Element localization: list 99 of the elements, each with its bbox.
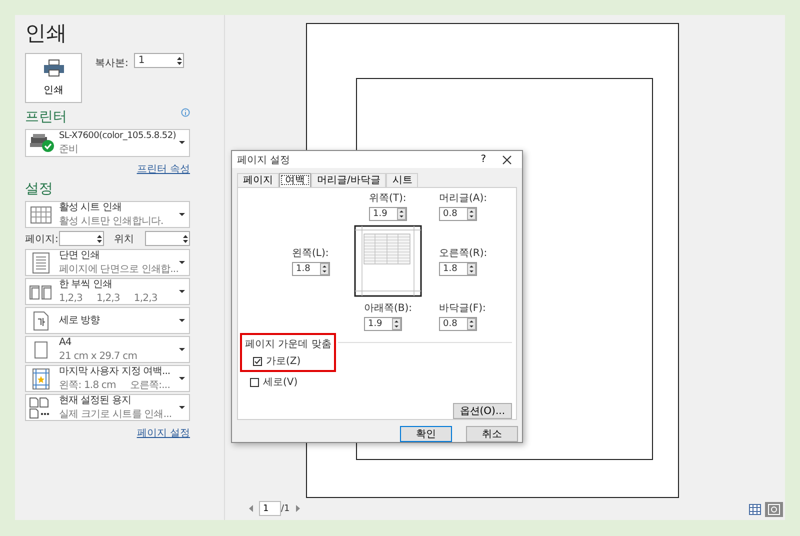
field-label: 머리글(A): <box>439 192 488 205</box>
spinner-icon[interactable] <box>467 263 476 275</box>
page-setup-link[interactable]: 페이지 설정 <box>136 426 190 440</box>
setting-detail: 페이지에 단면으로 인쇄합... <box>59 264 178 276</box>
setting-detail: 21 cm x 29.7 cm <box>59 350 138 362</box>
spin-field[interactable]: 0.8 <box>439 317 477 331</box>
spinner-icon[interactable] <box>392 318 401 330</box>
setting-title: 마지막 사용자 지정 여백... <box>59 366 170 378</box>
caret-icon <box>179 290 185 294</box>
field-label: 위쪽(T): <box>369 192 407 205</box>
spinner-icon[interactable] <box>467 318 476 330</box>
tab[interactable]: 시트 <box>386 173 418 187</box>
page-icon <box>34 340 48 358</box>
caret-icon <box>179 141 185 145</box>
spin-field[interactable]: 1.8 <box>439 262 477 276</box>
printer-name: SL-X7600(color_105.5.8.52) <box>59 130 176 142</box>
setting-title: 단면 인쇄 <box>59 250 100 262</box>
copies-field[interactable]: 1 <box>134 53 184 68</box>
spin-field[interactable]: 1.8 <box>292 262 330 276</box>
pages-label: 페이지: <box>25 232 59 246</box>
previous-page-icon[interactable] <box>249 505 254 512</box>
zoom-page-button[interactable] <box>765 502 783 517</box>
spinner-icon[interactable] <box>397 208 406 220</box>
section-heading: 설정 <box>25 180 54 199</box>
setting-title: 활성 시트 인쇄 <box>59 202 122 214</box>
setting-dropdown[interactable]: A4 21 cm x 29.7 cm <box>25 336 190 363</box>
spin-field[interactable]: 1.9 <box>364 317 402 331</box>
setting-dropdown[interactable]: 세로 방향 <box>25 307 190 334</box>
margins-view-icon[interactable] <box>749 504 761 515</box>
printer-icon <box>42 59 64 77</box>
setting-detail: 1,2,3 <box>134 292 158 304</box>
setting-detail: 실제 크기로 시트를 인쇄... <box>59 408 172 420</box>
document-icon <box>32 252 50 274</box>
page-number-field[interactable]: 1 <box>259 501 281 516</box>
caret-icon <box>179 318 185 322</box>
caret-icon <box>179 348 185 352</box>
spinner-icon[interactable] <box>182 232 189 244</box>
checkbox-label[interactable]: 세로(V) <box>263 375 298 389</box>
page-from-field[interactable] <box>58 231 104 246</box>
setting-dropdown[interactable]: 한 부씩 인쇄 1,2,3 1,2,3 1,2,3 <box>25 278 190 305</box>
caret-icon <box>179 212 185 216</box>
setting-detail: 1,2,3 <box>59 292 82 304</box>
setting-dropdown[interactable]: 마지막 사용자 지정 여백... 왼쪽: 1.8 cm 오른쪽:... <box>25 365 190 392</box>
checkbox[interactable] <box>253 356 262 366</box>
group-heading: 페이지 가운데 맞춤 <box>245 338 332 351</box>
spin-field[interactable]: 0.8 <box>439 207 477 221</box>
field-label: 왼쪽(L): <box>292 247 330 260</box>
next-page-icon[interactable] <box>294 505 300 512</box>
section-heading: 프린터 <box>25 108 67 127</box>
spinner-icon[interactable] <box>467 208 476 220</box>
setting-title: A4 <box>59 336 72 348</box>
close-icon[interactable] <box>502 154 512 164</box>
printer-ready-icon <box>29 133 55 153</box>
page-title: 인쇄 <box>25 20 68 45</box>
tab[interactable]: 여백 <box>279 173 311 187</box>
field-label: 오른쪽(R): <box>439 247 488 260</box>
page-to-field[interactable] <box>144 231 190 246</box>
setting-detail: 1,2,3 <box>96 292 120 304</box>
setting-dropdown[interactable]: 활성 시트 인쇄 활성 시트만 인쇄합니다. <box>25 201 190 228</box>
printer-status: 준비 <box>59 144 80 156</box>
print-button[interactable]: 인쇄 <box>25 53 82 103</box>
setting-detail: 왼쪽: 1.8 cm <box>59 380 116 392</box>
setting-dropdown[interactable]: 현재 설정된 용지 실제 크기로 시트를 인쇄... <box>25 394 190 421</box>
field-label: 아래쪽(B): <box>364 302 412 315</box>
page-margins-drawing <box>354 225 422 297</box>
spinner-icon[interactable] <box>96 232 104 244</box>
checkbox[interactable] <box>250 378 259 386</box>
setting-detail: 활성 시트만 인쇄합니다. <box>59 216 164 228</box>
field-label: 바닥글(F): <box>439 302 487 315</box>
tab[interactable]: 머리글/바닥글 <box>311 173 386 187</box>
setting-detail: 오른쪽:... <box>130 380 170 392</box>
to-label: 위치 <box>114 232 136 246</box>
tab[interactable]: 페이지 <box>237 173 279 187</box>
options-button[interactable]: 옵션(O)... <box>452 403 512 419</box>
setting-title: 한 부씩 인쇄 <box>59 278 112 290</box>
printer-properties-link[interactable]: 프린터 속성 <box>136 162 190 176</box>
cancel-button[interactable]: 취소 <box>466 426 518 442</box>
spinner-icon[interactable] <box>176 54 184 66</box>
fit-page-icon <box>768 504 780 515</box>
dialog-title: 페이지 설정 <box>237 154 292 166</box>
spin-field[interactable]: 1.9 <box>369 207 407 221</box>
grid-icon <box>30 206 52 224</box>
caret-icon <box>179 260 185 264</box>
caret-icon <box>179 376 185 380</box>
info-icon[interactable] <box>181 108 190 117</box>
printer-dropdown[interactable]: SL-X7600(color_105.5.8.52) 준비 <box>25 129 190 157</box>
help-button[interactable]: ? <box>480 154 486 165</box>
page-count: /1 <box>281 504 290 514</box>
caret-icon <box>179 406 185 410</box>
portrait-page-icon <box>33 310 49 330</box>
margins-icon <box>32 368 50 390</box>
spinner-icon[interactable] <box>320 263 329 275</box>
pages-icon <box>29 284 53 300</box>
ok-button[interactable]: 확인 <box>400 426 452 442</box>
copies-label: 복사본: <box>95 57 128 70</box>
setting-title: 세로 방향 <box>59 314 100 326</box>
setting-title: 현재 설정된 용지 <box>59 394 131 406</box>
setting-dropdown[interactable]: 단면 인쇄 페이지에 단면으로 인쇄합... <box>25 249 190 276</box>
checkbox-label[interactable]: 가로(Z) <box>266 354 301 368</box>
